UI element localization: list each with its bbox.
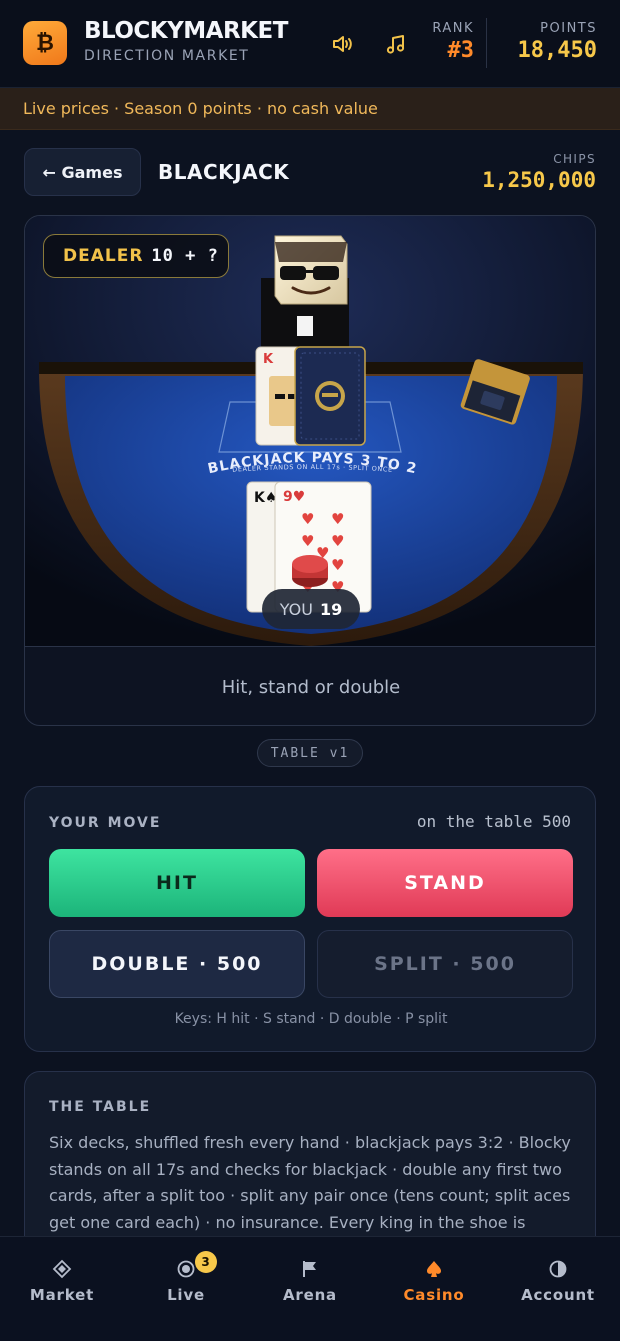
- dealer-label: DEALER: [63, 246, 144, 266]
- stand-button[interactable]: STAND: [317, 849, 573, 917]
- game-title: BLACKJACK: [158, 160, 290, 184]
- bet-chip: [292, 555, 328, 587]
- live-count-badge: 3: [195, 1251, 217, 1273]
- svg-text:♥: ♥: [301, 510, 314, 528]
- rank-label: RANK: [432, 21, 474, 36]
- flag-icon: [303, 1261, 316, 1277]
- bottom-nav: Market Live 3 Arena Casino Account: [0, 1236, 620, 1341]
- move-panel: YOUR MOVE on the table 500 HIT STAND DOU…: [24, 786, 596, 1052]
- table-version-badge: TABLE v1: [257, 739, 363, 767]
- spade-icon: [427, 1261, 441, 1277]
- live-icon: [177, 1260, 195, 1278]
- header-divider: [486, 18, 487, 68]
- table-status: Hit, stand or double: [25, 646, 595, 725]
- svg-text:♥: ♥: [331, 556, 344, 574]
- dealer-collar: [297, 316, 313, 336]
- brand-title: BLOCKYMARKET: [84, 18, 288, 44]
- logo[interactable]: ₿: [23, 21, 67, 65]
- points-label: POINTS: [540, 21, 597, 36]
- nav-label-casino: Casino: [403, 1286, 465, 1304]
- blackjack-table: BLACKJACK PAYS 3 TO 2 DEALER STANDS ON A…: [24, 215, 596, 726]
- brand-subtitle: DIRECTION MARKET: [84, 48, 250, 64]
- nav-label-account: Account: [521, 1286, 595, 1304]
- season-banner: Live prices · Season 0 points · no cash …: [0, 88, 620, 130]
- player-total: 19: [319, 599, 343, 619]
- table-scene: BLACKJACK PAYS 3 TO 2 DEALER STANDS ON A…: [25, 216, 595, 646]
- nav-label-live: Live: [167, 1286, 205, 1304]
- player-label: YOU: [279, 599, 313, 619]
- double-button[interactable]: DOUBLE · 500: [49, 930, 305, 998]
- sound-icon[interactable]: [330, 32, 354, 56]
- nav-item-arena[interactable]: Arena: [248, 1237, 372, 1341]
- dealer-total: 10 + ?: [151, 246, 219, 266]
- bitcoin-icon: ₿: [36, 31, 54, 56]
- nav-item-live[interactable]: Live 3: [124, 1237, 248, 1341]
- split-button[interactable]: SPLIT · 500: [317, 930, 573, 998]
- back-to-games-button[interactable]: ← Games: [24, 148, 141, 196]
- svg-text:K♠: K♠: [254, 490, 277, 506]
- svg-text:9♥: 9♥: [283, 489, 305, 505]
- dealer-total-badge: DEALER 10 + ?: [43, 234, 229, 278]
- svg-text:K: K: [263, 352, 274, 367]
- music-icon[interactable]: [384, 32, 408, 56]
- dealer-avatar: [274, 235, 348, 305]
- keyboard-hint: Keys: H hit · S stand · D double · P spl…: [174, 1011, 448, 1027]
- chips-value: 1,250,000: [482, 168, 596, 192]
- half-circle-icon: [549, 1260, 567, 1278]
- nav-label-arena: Arena: [283, 1286, 337, 1304]
- dealer-card-hidden: [294, 346, 366, 446]
- nav-item-market[interactable]: Market: [0, 1237, 124, 1341]
- nav-label-market: Market: [29, 1286, 95, 1304]
- market-icon: [52, 1259, 72, 1279]
- nav-item-account[interactable]: Account: [496, 1237, 620, 1341]
- move-label: YOUR MOVE: [49, 815, 162, 831]
- player-total-badge: YOU 19: [262, 589, 360, 629]
- chips-label: CHIPS: [553, 152, 596, 166]
- rules-title: THE TABLE: [49, 1099, 152, 1115]
- bet-on-table: on the table 500: [416, 812, 571, 831]
- rank-value: #3: [447, 38, 475, 63]
- hit-button[interactable]: HIT: [49, 849, 305, 917]
- points-value: 18,450: [517, 38, 597, 63]
- svg-text:♥: ♥: [331, 510, 344, 528]
- app-header: ₿ BLOCKYMARKET DIRECTION MARKET RANK #3 …: [0, 0, 620, 88]
- svg-text:♥: ♥: [301, 532, 314, 550]
- nav-item-casino[interactable]: Casino: [372, 1237, 496, 1341]
- svg-text:♥: ♥: [331, 532, 344, 550]
